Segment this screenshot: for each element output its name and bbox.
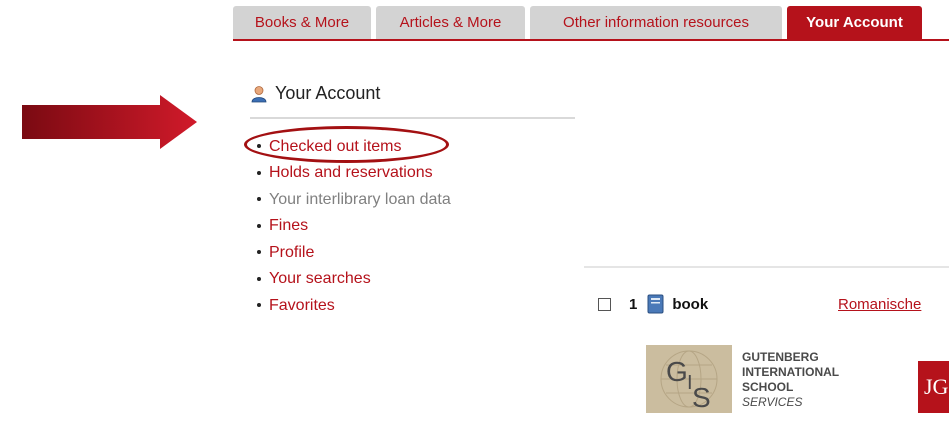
account-title: Your Account [275, 83, 381, 103]
select-checkbox[interactable] [598, 297, 611, 311]
result-number: 1 [629, 295, 638, 313]
nav-tabs: Books & More Articles & More Other infor… [233, 6, 949, 39]
tab-articles-more[interactable]: Articles & More [376, 6, 525, 39]
tab-label: Your Account [806, 14, 903, 31]
menu-item-ill: Your interlibrary loan data [246, 186, 451, 213]
gis-line: INTERNATIONAL [742, 365, 840, 379]
profile-link[interactable]: Profile [269, 242, 314, 263]
media-type-label: book [672, 295, 709, 313]
menu-item-holds: Holds and reservations [246, 160, 451, 187]
gis-logo: G I S [646, 345, 732, 413]
tab-label: Books & More [254, 14, 350, 31]
gis-wordmark: GUTENBERG INTERNATIONAL SCHOOL SERVICES [742, 350, 839, 410]
gis-line: GUTENBERG [742, 350, 819, 364]
result-row: 1 book Romanische [598, 292, 949, 316]
checked-out-items-link[interactable]: Checked out items [269, 136, 402, 157]
interlibrary-loan-label: Your interlibrary loan data [269, 190, 451, 208]
holds-reservations-link[interactable]: Holds and reservations [269, 162, 433, 183]
bullet [257, 223, 261, 228]
bullet [257, 170, 261, 175]
jgu-logo-text: JG|U [924, 374, 949, 399]
menu-item-favorites: Favorites [246, 292, 451, 319]
bullet [257, 276, 261, 281]
tab-underline [233, 39, 949, 41]
your-searches-link[interactable]: Your searches [269, 268, 371, 289]
tab-label: Articles & More [399, 14, 502, 31]
bullet [257, 144, 261, 149]
account-menu: Checked out items Holds and reservations… [246, 133, 451, 319]
bullet [257, 250, 261, 255]
tab-books-more[interactable]: Books & More [233, 6, 371, 39]
svg-text:G: G [666, 356, 688, 387]
bullet [257, 197, 261, 202]
menu-item-checked-out: Checked out items [246, 133, 451, 160]
menu-item-profile: Profile [246, 239, 451, 266]
fines-link[interactable]: Fines [269, 215, 308, 236]
account-header: Your Account [250, 83, 380, 104]
user-icon [251, 85, 267, 102]
menu-item-searches: Your searches [246, 266, 451, 293]
result-title-link[interactable]: Romanische [838, 296, 921, 313]
favorites-link[interactable]: Favorites [269, 295, 335, 316]
book-icon [647, 294, 664, 314]
gis-line: SERVICES [742, 395, 803, 409]
result-divider [584, 266, 949, 268]
svg-text:S: S [692, 382, 711, 413]
bullet [257, 303, 261, 308]
annotation-arrow-icon [22, 95, 197, 149]
menu-item-fines: Fines [246, 213, 451, 240]
jgu-logo: JG|U [918, 361, 949, 413]
tab-label: Other information resources [563, 14, 749, 31]
gis-line: SCHOOL [742, 380, 794, 394]
tab-other-resources[interactable]: Other information resources [530, 6, 782, 39]
tab-your-account[interactable]: Your Account [787, 6, 922, 39]
divider [250, 117, 575, 119]
